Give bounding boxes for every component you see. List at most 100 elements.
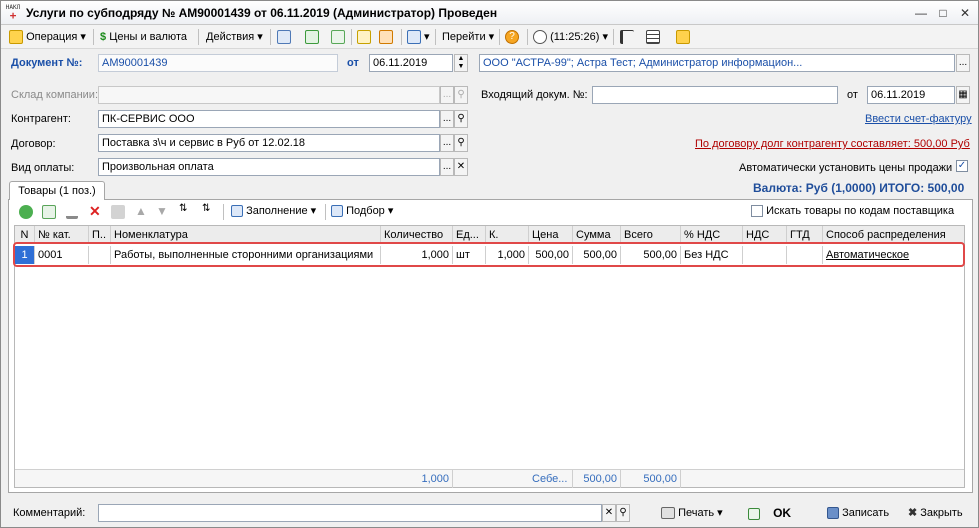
search-supplier-codes-checkbox[interactable]: Искать товары по кодам поставщика	[751, 205, 954, 218]
selection-menu-button[interactable]: Подбор ▾	[331, 204, 393, 218]
minimize-icon[interactable]: —	[912, 5, 930, 21]
fill-label: Заполнение	[246, 205, 308, 217]
table-toolbar: ✕ ▲ ▼ ⇅ ⇅ Заполнение ▾ Подбор ▾ Искать т…	[9, 201, 971, 223]
close-window-icon[interactable]: ✕	[956, 5, 974, 21]
payment-select-button[interactable]: ...	[440, 158, 454, 176]
payment-clear-icon[interactable]: ✕	[454, 158, 468, 176]
footer-price: Себе...	[529, 470, 573, 488]
calendar-icon[interactable]: ▦	[956, 86, 970, 104]
operation-menu-button[interactable]: Операция ▾	[9, 28, 86, 46]
incoming-doc-field[interactable]	[592, 86, 838, 104]
post-document-button[interactable]	[277, 28, 291, 46]
document-app-icon: НАКЛ +	[5, 4, 21, 22]
columns-button[interactable]	[646, 28, 660, 46]
movements-button[interactable]	[379, 28, 393, 46]
comment-label: Комментарий:	[13, 507, 86, 519]
close-button[interactable]: ✖ Закрыть	[908, 503, 963, 523]
prices-currency-button[interactable]: $ Цены и валюта	[100, 28, 187, 46]
contract-search-icon[interactable]: ⚲	[454, 134, 468, 152]
checkmark-icon: ✓	[956, 160, 968, 173]
tab-goods-label: Товары (1 поз.)	[18, 185, 96, 197]
actions-menu-button[interactable]: Действия ▾	[206, 28, 263, 46]
fill-menu-button[interactable]: Заполнение ▾	[231, 204, 316, 218]
notes-icon	[676, 30, 690, 45]
document-number-field[interactable]: АМ90001439	[98, 54, 338, 72]
operation-label: Операция	[26, 31, 78, 43]
main-toolbar: Операция ▾ $ Цены и валюта Действия ▾ ▾ …	[1, 25, 978, 49]
footer-sum: 500,00	[573, 470, 621, 488]
exchange-icon	[407, 30, 421, 45]
sort-asc-icon[interactable]: ⇅	[179, 203, 187, 214]
goto-menu-button[interactable]: Перейти ▾	[442, 28, 494, 46]
incoming-doc-label: Входящий докум. №:	[481, 89, 588, 101]
payment-label: Вид оплаты:	[11, 162, 75, 174]
close-x-icon: ✖	[908, 507, 918, 519]
copy-button[interactable]	[331, 28, 345, 46]
history-menu-button[interactable]: (11:25:26) ▾	[533, 28, 608, 46]
warehouse-select-button: ...	[440, 86, 454, 104]
save-button[interactable]: Записать	[827, 503, 889, 523]
prices-currency-label: Цены и валюта	[109, 31, 187, 43]
time-label: (11:25:26)	[550, 31, 600, 43]
footer-qty: 1,000	[381, 470, 453, 488]
structure-button[interactable]	[357, 28, 371, 46]
notes-button[interactable]	[676, 28, 690, 46]
checkbox-box	[751, 205, 763, 218]
sort-desc-icon[interactable]: ⇅	[202, 203, 210, 214]
organization-select-button[interactable]: ...	[956, 54, 970, 72]
fill-icon	[231, 205, 243, 218]
payment-field[interactable]: Произвольная оплата	[98, 158, 440, 176]
add-row-icon[interactable]	[19, 205, 33, 219]
organization-field[interactable]: ООО "АСТРА-99"; Астра Тест; Администрато…	[479, 54, 955, 72]
incoming-date-field[interactable]: 06.11.2019	[867, 86, 955, 104]
exchange-menu-button[interactable]: ▾	[407, 28, 430, 46]
columns-icon	[646, 30, 660, 45]
window-title: Услуги по субподряду № АМ90001439 от 06.…	[26, 6, 498, 20]
contractor-label: Контрагент:	[11, 113, 71, 125]
contract-field[interactable]: Поставка з\ч и сервис в Руб от 12.02.18	[98, 134, 440, 152]
hierarchy-button[interactable]	[620, 28, 634, 46]
maximize-icon[interactable]: □	[934, 5, 952, 21]
tab-goods[interactable]: Товары (1 поз.)	[9, 181, 105, 200]
invoice-link[interactable]: Ввести счет-фактуру	[865, 113, 972, 125]
date-spinner[interactable]: ▲ ▼	[454, 54, 468, 72]
refresh-button[interactable]	[305, 28, 319, 46]
save-icon	[827, 507, 839, 520]
incoming-date-label: от	[847, 89, 858, 101]
delete-row-icon[interactable]: ✕	[89, 203, 101, 220]
ok-button[interactable]: OK	[748, 503, 791, 523]
dollar-icon: $	[100, 31, 107, 43]
close-label: Закрыть	[920, 507, 963, 519]
ok-label: OK	[773, 506, 792, 520]
bottom-bar: Комментарий: ✕ ⚲ Печать ▾ OK Записать ✖ …	[1, 499, 978, 527]
copy-row-icon[interactable]	[42, 205, 56, 219]
help-button[interactable]: ?	[505, 28, 519, 46]
row-highlight-frame	[13, 242, 965, 267]
refresh-icon	[305, 30, 319, 45]
edit-row-icon[interactable]	[66, 205, 78, 219]
contract-label: Договор:	[11, 138, 56, 150]
print-menu-button[interactable]: Печать ▾	[661, 503, 723, 523]
move-up-icon: ▲	[135, 204, 147, 218]
comment-clear-icon[interactable]: ✕	[602, 504, 616, 522]
warehouse-label: Склад компании:	[11, 89, 99, 101]
printer-icon	[661, 507, 675, 520]
save-label: Записать	[842, 507, 890, 519]
debt-link[interactable]: По договору долг контрагенту составляет:…	[695, 138, 970, 150]
contract-select-button[interactable]: ...	[440, 134, 454, 152]
document-number-label: Документ №:	[11, 57, 83, 69]
document-date-field[interactable]: 06.11.2019	[369, 54, 453, 72]
contractor-select-button[interactable]: ...	[440, 110, 454, 128]
copy-icon	[331, 30, 345, 45]
footer-total: 500,00	[621, 470, 681, 488]
comment-field[interactable]	[98, 504, 602, 522]
comment-search-icon[interactable]: ⚲	[616, 504, 630, 522]
move-down-icon: ▼	[156, 204, 168, 218]
goto-label: Перейти	[442, 31, 486, 43]
auto-prices-checkbox[interactable]: ✓	[956, 160, 968, 173]
contractor-search-icon[interactable]: ⚲	[454, 110, 468, 128]
contractor-field[interactable]: ПК-СЕРВИС ООО	[98, 110, 440, 128]
print-label: Печать	[678, 507, 715, 519]
post-icon	[277, 30, 291, 45]
end-edit-icon	[111, 205, 125, 219]
